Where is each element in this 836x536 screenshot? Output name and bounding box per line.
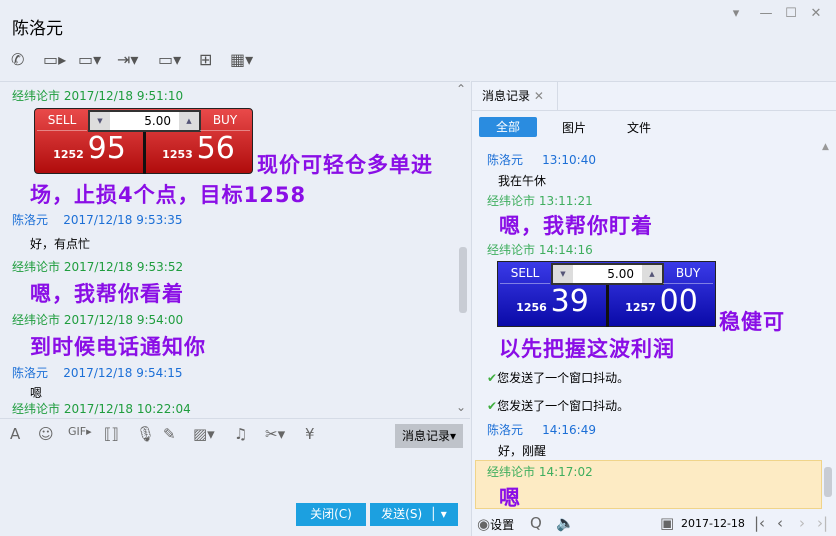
send-button[interactable]: 发送(S) │ ▾ — [370, 503, 458, 526]
menu-icon[interactable]: ▾ — [726, 6, 746, 21]
image-icon[interactable]: ▨▾ — [193, 425, 215, 443]
video-icon[interactable]: ▭▸ — [43, 50, 66, 69]
pen-icon[interactable]: ✎ — [163, 425, 176, 443]
message-text: 稳健可 — [719, 310, 785, 334]
quantity-stepper[interactable]: ▼ 5.00 ▲ — [551, 263, 664, 285]
search-icon[interactable]: Q — [530, 514, 542, 532]
quantity-value: 5.00 — [144, 114, 171, 128]
scroll-up-icon[interactable]: ⌃ — [456, 82, 466, 96]
close-button[interactable]: 关闭(C) — [296, 503, 366, 526]
speaker-icon[interactable]: 🔈 — [556, 514, 575, 532]
phone-icon[interactable]: ✆ — [11, 50, 24, 69]
system-message: 您发送了一个窗口抖动。 — [497, 371, 630, 385]
filter-files[interactable]: 文件 — [627, 119, 651, 136]
history-button[interactable]: 消息记录▾ — [395, 424, 463, 448]
date-picker[interactable]: 2017-12-18 — [681, 517, 745, 530]
message-text: 嗯，我帮你盯着 — [499, 214, 653, 238]
calendar-icon[interactable]: ▣ — [660, 514, 674, 532]
timestamp: 2017/12/18 9:53:35 — [63, 213, 183, 227]
timestamp: 2017/12/18 9:54:15 — [63, 366, 183, 380]
highlighted-message: 经纬论市 14:17:02 嗯 — [475, 460, 822, 510]
increase-icon[interactable]: ▲ — [642, 265, 662, 283]
settings-button[interactable]: ◉设置 — [477, 515, 514, 533]
add-chat-icon[interactable]: ⊞ — [199, 50, 212, 69]
sender: 经纬论市 — [12, 313, 61, 327]
close-icon[interactable]: ✕ — [806, 6, 826, 21]
apps-icon[interactable]: ▦▾ — [230, 50, 253, 69]
scroll-up-icon[interactable]: ▲ — [822, 142, 829, 152]
sell-button[interactable]: SELL — [500, 264, 550, 284]
scroll-down-icon[interactable]: ⌄ — [456, 400, 466, 414]
chat-title: 陈洛元 — [12, 19, 63, 39]
buy-button[interactable]: BUY — [663, 264, 713, 284]
prev-page-icon[interactable]: ‹ — [777, 514, 783, 532]
quantity-stepper[interactable]: ▼ 5.00 ▲ — [88, 110, 201, 132]
filter-all[interactable]: 全部 — [479, 117, 537, 137]
sell-price[interactable]: 1256 39 — [500, 284, 605, 319]
last-page-icon[interactable]: ›| — [817, 514, 828, 532]
sender: 陈洛元 — [12, 213, 49, 227]
buy-price[interactable]: 1253 56 — [146, 131, 251, 166]
screen-share-icon[interactable]: ▭▾ — [78, 50, 101, 69]
sender: 经纬论市 — [12, 402, 61, 416]
message-text: 嗯 — [499, 486, 521, 510]
shake-icon[interactable]: ⟦⟧ — [104, 425, 119, 443]
next-page-icon[interactable]: › — [799, 514, 805, 532]
sender: 陈洛元 — [12, 366, 49, 380]
sender: 经纬论市 — [12, 260, 61, 274]
filter-images[interactable]: 图片 — [562, 119, 586, 136]
message-text: 到时候电话通知你 — [30, 335, 206, 359]
font-icon[interactable]: A — [10, 425, 20, 443]
buy-price[interactable]: 1257 00 — [609, 284, 714, 319]
music-icon[interactable]: ♫ — [234, 425, 247, 443]
system-message: 您发送了一个窗口抖动。 — [497, 399, 630, 413]
trade-widget[interactable]: SELL ▼ 5.00 ▲ BUY 1252 95 1253 56 — [34, 108, 253, 174]
gif-icon[interactable]: GIF▸ — [68, 425, 92, 438]
message-text: 嗯，我帮你看着 — [30, 282, 184, 306]
timestamp: 2017/12/18 9:53:52 — [63, 260, 184, 274]
check-icon: ✔ — [487, 371, 498, 385]
check-icon: ✔ — [487, 399, 498, 413]
tab-history[interactable]: 消息记录 ✕ — [472, 82, 558, 110]
maximize-icon[interactable]: ☐ — [781, 6, 801, 21]
message-text: 以先把握这波利润 — [499, 337, 675, 361]
trade-widget[interactable]: SELL ▼ 5.00 ▲ BUY 1256 39 1257 00 — [497, 261, 716, 327]
buy-button[interactable]: BUY — [200, 111, 250, 131]
decrease-icon[interactable]: ▼ — [90, 112, 110, 130]
decrease-icon[interactable]: ▼ — [553, 265, 573, 283]
message-text: 我在午休 — [498, 174, 547, 188]
minimize-icon[interactable]: — — [756, 6, 776, 21]
sell-price[interactable]: 1252 95 — [37, 131, 142, 166]
first-page-icon[interactable]: |‹ — [754, 514, 765, 532]
red-packet-icon[interactable]: ¥ — [305, 425, 315, 443]
tab-close-icon[interactable]: ✕ — [534, 89, 544, 103]
sender: 经纬论市 — [12, 89, 61, 103]
message-text: 场，止损4个点，目标1258 — [30, 183, 307, 207]
increase-icon[interactable]: ▲ — [179, 112, 199, 130]
timestamp: 2017/12/18 9:51:10 — [63, 89, 184, 103]
quantity-value: 5.00 — [607, 267, 634, 281]
emoji-icon[interactable]: ☺ — [38, 425, 54, 443]
scrollbar[interactable] — [459, 247, 467, 313]
remote-desktop-icon[interactable]: ▭▾ — [158, 50, 181, 69]
file-transfer-icon[interactable]: ⇥▾ — [117, 50, 138, 69]
message-text: 嗯 — [30, 386, 43, 400]
sell-button[interactable]: SELL — [37, 111, 87, 131]
message-text: 好，刚醒 — [498, 444, 547, 458]
message-input[interactable] — [0, 452, 470, 497]
timestamp: 2017/12/18 10:22:04 — [63, 402, 191, 416]
scrollbar[interactable] — [824, 467, 832, 497]
message-text: 现价可轻仓多单进 — [257, 153, 433, 177]
chat-area: 经纬论市 2017/12/18 9:51:10 SELL ▼ 5.00 ▲ BUY … — [0, 81, 470, 536]
voice-icon[interactable]: 🎙 — [136, 425, 155, 443]
timestamp: 2017/12/18 9:54:00 — [63, 313, 184, 327]
history-panel: 消息记录 ✕ 全部 图片 文件 ▲ 陈洛元 13:10:40 我在午休 经纬论市… — [471, 81, 836, 536]
scissors-icon[interactable]: ✂▾ — [265, 425, 285, 443]
message-text: 好，有点忙 — [30, 237, 91, 251]
